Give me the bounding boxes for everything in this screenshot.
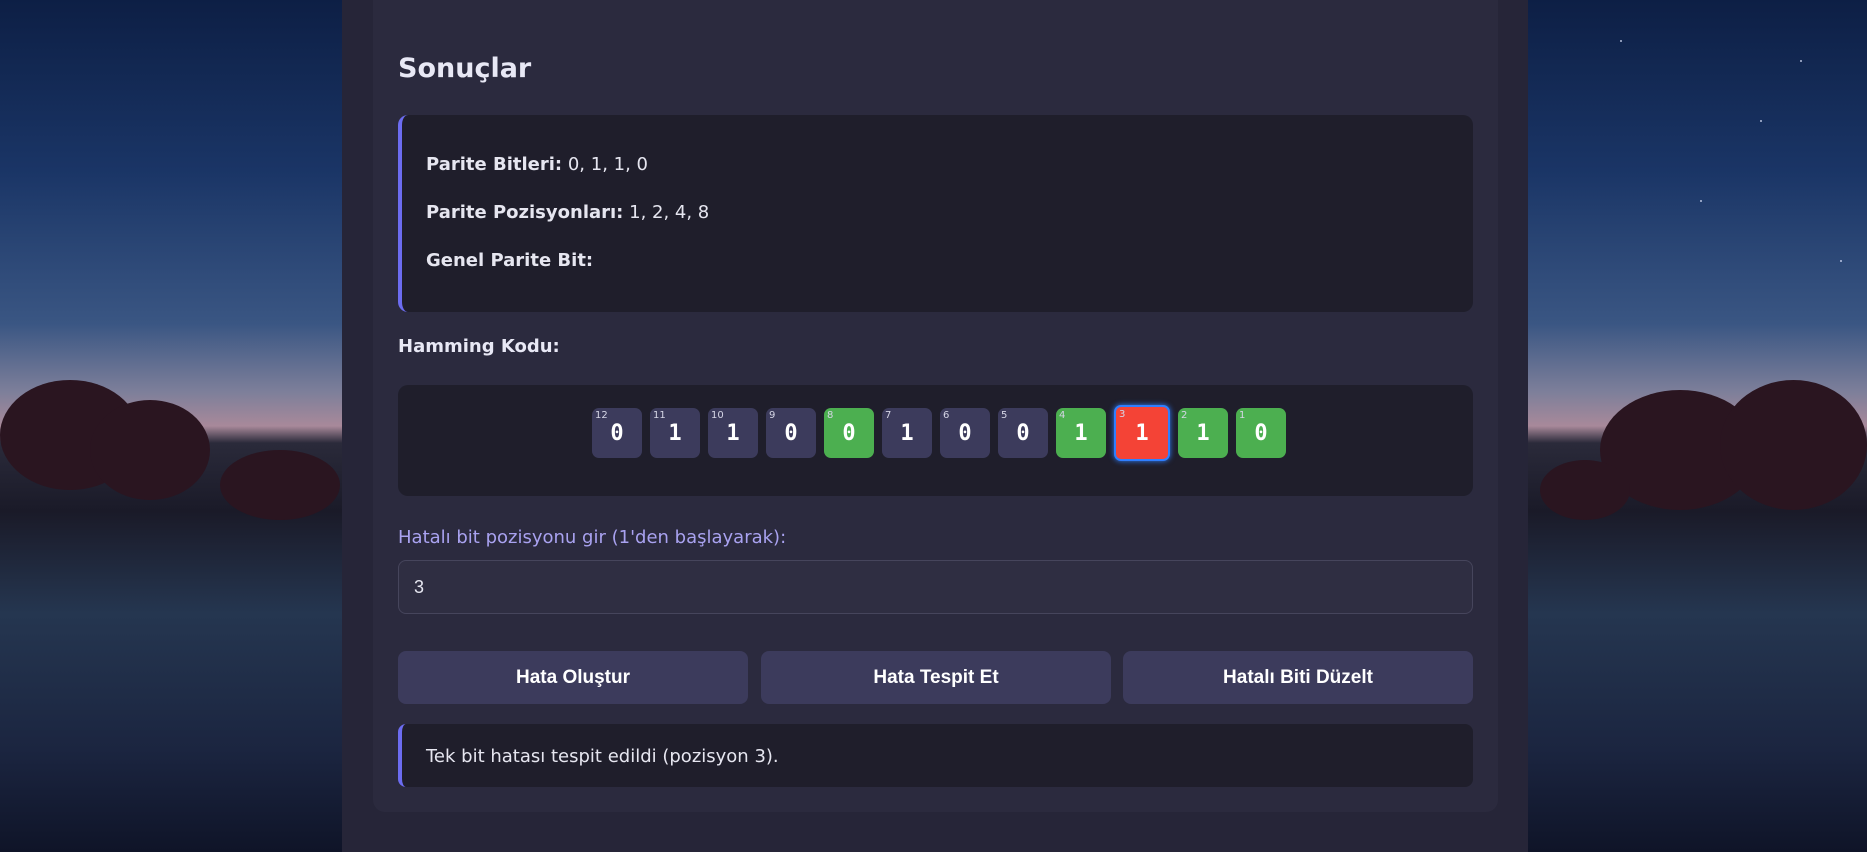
bit-cell[interactable]: 60 (940, 408, 990, 458)
bit-cell[interactable]: 80 (824, 408, 874, 458)
results-title: Sonuçlar (398, 53, 532, 84)
parity-bits-line: Parite Bitleri: 0, 1, 1, 0 (426, 154, 648, 175)
bit-value: 0 (1016, 420, 1030, 446)
bit-position: 6 (943, 410, 950, 421)
detect-error-button[interactable]: Hata Tespit Et (761, 651, 1111, 704)
bit-cell[interactable]: 10 1 (708, 408, 758, 458)
bit-value: 0 (610, 420, 624, 446)
bit-cell[interactable]: 90 (766, 408, 816, 458)
create-error-button[interactable]: Hata Oluştur (398, 651, 748, 704)
bit-position: 9 (769, 410, 776, 421)
bit-value: 1 (668, 420, 682, 446)
bit-value: 1 (1196, 420, 1210, 446)
bits-row: 12 0 11 1 10 1 9 0 8 0 7 1 6 0 5 0 4 1 3 1 2 1 1 0 (592, 405, 1286, 461)
bit-cell[interactable]: 10 (1236, 408, 1286, 458)
bit-value: 0 (784, 420, 798, 446)
parity-positions-line: Parite Pozisyonları: 1, 2, 4, 8 (426, 202, 709, 223)
overall-parity-label: Genel Parite Bit: (426, 250, 594, 271)
bit-position: 12 (595, 410, 608, 421)
hamming-code-display: 12 0 11 1 10 1 9 0 8 0 7 1 6 0 5 0 4 1 3 1 2 1 1 0 (398, 385, 1473, 496)
bit-value: 0 (1254, 420, 1268, 446)
error-position-label: Hatalı bit pozisyonu gir (1'den başlayar… (398, 527, 787, 548)
bit-cell[interactable]: 50 (998, 408, 1048, 458)
bit-position: 3 (1119, 409, 1126, 420)
bit-position: 4 (1059, 410, 1066, 421)
fix-error-button[interactable]: Hatalı Biti Düzelt (1123, 651, 1473, 704)
bit-value: 1 (726, 420, 740, 446)
bit-value: 1 (1074, 420, 1088, 446)
bit-cell[interactable]: 71 (882, 408, 932, 458)
bit-position: 5 (1001, 410, 1008, 421)
bit-position: 7 (885, 410, 892, 421)
bit-position: 11 (653, 410, 666, 421)
bit-position: 8 (827, 410, 834, 421)
bit-cell[interactable]: 41 (1056, 408, 1106, 458)
bit-value: 1 (1135, 420, 1149, 446)
bit-cell[interactable]: 21 (1178, 408, 1228, 458)
bit-position: 1 (1239, 410, 1246, 421)
overall-parity-line: Genel Parite Bit: (426, 250, 593, 271)
bit-cell[interactable]: 11 1 (650, 408, 700, 458)
bit-value: 1 (900, 420, 914, 446)
parity-info-box: Parite Bitleri: 0, 1, 1, 0 Parite Pozisy… (398, 115, 1473, 312)
bit-position: 10 (711, 410, 724, 421)
parity-bits-label: Parite Bitleri: (426, 154, 563, 175)
parity-positions-label: Parite Pozisyonları: (426, 202, 624, 223)
status-message: Tek bit hatası tespit edildi (pozisyon 3… (426, 746, 779, 767)
bit-value: 0 (958, 420, 972, 446)
parity-bits-value: 0, 1, 1, 0 (567, 154, 648, 175)
parity-positions-value: 1, 2, 4, 8 (629, 202, 710, 223)
bit-cell[interactable]: 12 0 (592, 408, 642, 458)
status-message-box: Tek bit hatası tespit edildi (pozisyon 3… (398, 724, 1473, 787)
error-position-input[interactable] (398, 560, 1473, 614)
bit-value: 0 (842, 420, 856, 446)
bit-cell[interactable]: 31 (1114, 405, 1170, 461)
bit-position: 2 (1181, 410, 1188, 421)
hamming-code-label: Hamming Kodu: (398, 336, 560, 357)
